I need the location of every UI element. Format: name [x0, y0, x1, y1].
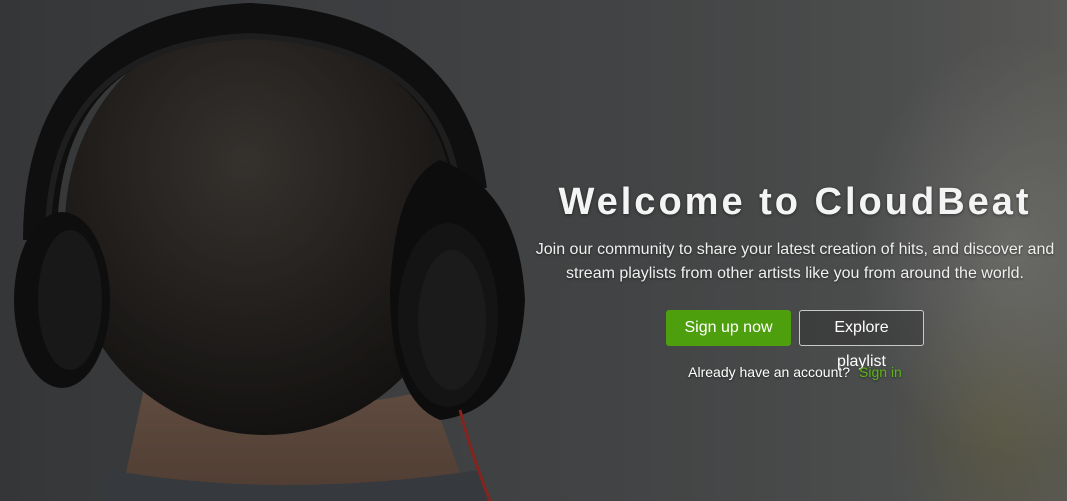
hero-content: Welcome to CloudBeat Join our community … [520, 178, 1067, 382]
signin-row: Already have an account? Sign in [520, 362, 1067, 382]
sign-in-link[interactable]: Sign in [859, 364, 902, 380]
explore-playlist-button[interactable]: Explore playlist [799, 310, 924, 370]
signin-prompt: Already have an account? [688, 364, 851, 380]
hero-actions: Sign up now Explore playlist [520, 310, 1067, 370]
sign-up-button[interactable]: Sign up now [666, 310, 791, 346]
page-title: Welcome to CloudBeat [558, 181, 1032, 223]
hero-section: Welcome to CloudBeat Join our community … [0, 0, 1067, 501]
hero-description: Join our community to share your latest … [535, 241, 1055, 282]
